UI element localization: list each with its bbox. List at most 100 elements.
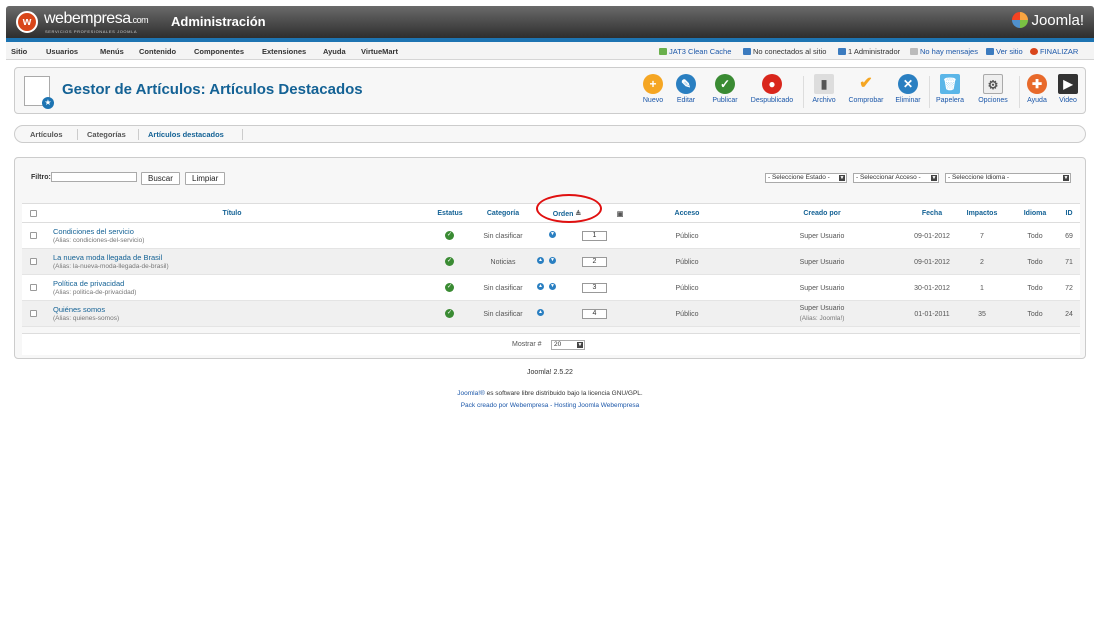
col-hits[interactable]: Impactos (962, 210, 1002, 217)
filter-label: Filtro: (31, 174, 51, 181)
messages-link[interactable]: No hay mensajes (910, 47, 978, 56)
pack-credit-link[interactable]: Pack creado por Webempresa - Hosting Joo… (0, 402, 1100, 409)
clear-button[interactable]: Limpiar (185, 172, 226, 185)
chevron-down-icon: ▼ (1063, 175, 1069, 181)
row-checkbox[interactable] (30, 284, 37, 291)
col-status[interactable]: Estatus (432, 210, 468, 217)
featured-articles-icon: ★ (24, 76, 54, 109)
row-checkbox[interactable] (30, 310, 37, 317)
menu-contenido[interactable]: Contenido (139, 47, 176, 56)
author-cell: Super Usuario (799, 259, 845, 266)
version-text: Joomla! 2.5.22 (527, 369, 573, 376)
published-icon[interactable]: ✓ (445, 309, 454, 318)
menu-componentes[interactable]: Componentes (194, 47, 244, 56)
tab-categories[interactable]: Categorías (87, 130, 126, 139)
col-created-by[interactable]: Creado por (782, 210, 862, 217)
order-input[interactable]: 3 (582, 283, 607, 293)
tab-separator (242, 129, 243, 140)
toolbar-panel: ★ Gestor de Artículos: Artículos Destaca… (14, 67, 1086, 114)
language-cell: Todo (1027, 285, 1043, 292)
edit-button[interactable]: ✎ Editar (673, 74, 699, 104)
language-select[interactable]: - Seleccione Idioma - ▼ (945, 173, 1071, 183)
move-down-icon[interactable]: ▼ (549, 231, 556, 238)
order-input[interactable]: 2 (582, 257, 607, 267)
article-alias: (Alias: quienes-somos) (53, 315, 120, 322)
webempresa-logo[interactable]: webempresa.com (44, 10, 149, 28)
search-button[interactable]: Buscar (141, 172, 180, 185)
state-select[interactable]: - Seleccione Estado - ▼ (765, 173, 847, 183)
unpublish-icon: ● (762, 74, 782, 94)
row-checkbox[interactable] (30, 258, 37, 265)
article-title-link[interactable]: Quiénes somos (53, 305, 105, 314)
help-button[interactable]: ✚ Ayuda (1023, 74, 1051, 104)
order-input[interactable]: 4 (582, 309, 607, 319)
trash-button[interactable]: 🗑 Papelera (935, 74, 965, 104)
article-title-link[interactable]: La nueva moda llegada de Brasil (53, 253, 162, 262)
menu-usuarios[interactable]: Usuarios (46, 47, 78, 56)
tab-featured[interactable]: Artículos destacados (148, 130, 224, 139)
chevron-down-icon: ▼ (577, 342, 583, 348)
publish-button[interactable]: ✓ Publicar (709, 74, 741, 104)
menu-virtuemart[interactable]: VirtueMart (361, 47, 398, 56)
options-icon: ⚙ (983, 74, 1003, 94)
save-order-icon[interactable]: ▣ (614, 210, 626, 218)
published-icon[interactable]: ✓ (445, 283, 454, 292)
select-all-checkbox[interactable] (30, 210, 37, 217)
move-up-icon[interactable]: ▲ (537, 257, 544, 264)
site-users-status: No conectados al sitio (743, 47, 826, 56)
move-down-icon[interactable]: ▼ (549, 257, 556, 264)
col-category[interactable]: Categoría (480, 210, 526, 217)
tab-articles[interactable]: Artículos (30, 130, 63, 139)
checkin-button[interactable]: ✔ Comprobar (845, 74, 887, 104)
move-up-icon[interactable]: ▲ (537, 309, 544, 316)
author-cell: Super Usuario (799, 285, 845, 292)
logout-link[interactable]: FINALIZAR (1030, 47, 1078, 56)
joomla-link[interactable]: Joomla!® (457, 390, 485, 397)
archive-icon: ▮ (814, 74, 834, 94)
menu-extensiones[interactable]: Extensiones (262, 47, 306, 56)
col-language[interactable]: Idioma (1018, 210, 1052, 217)
limit-select[interactable]: 20 ▼ (551, 340, 585, 350)
toolbar-separator (929, 76, 930, 108)
webempresa-logo-icon[interactable]: w (16, 11, 38, 33)
published-icon[interactable]: ✓ (445, 257, 454, 266)
pagination-bar: Mostrar # 20 ▼ (22, 333, 1080, 355)
col-id[interactable]: ID (1062, 210, 1076, 217)
highlight-annotation (536, 194, 602, 223)
filter-input[interactable] (51, 172, 137, 182)
page-title: Gestor de Artículos: Artículos Destacado… (62, 81, 363, 98)
access-cell: Público (675, 311, 699, 318)
hits-cell: 2 (980, 259, 984, 266)
admin-icon (838, 48, 846, 55)
article-title-link[interactable]: Política de privacidad (53, 279, 124, 288)
unpublish-button[interactable]: ● Despublicado (747, 74, 797, 104)
view-site-link[interactable]: Ver sitio (986, 47, 1023, 56)
license-text: Joomla!® es software libre distribuido b… (457, 390, 643, 397)
main-menubar: Sitio Usuarios Menús Contenido Component… (6, 42, 1094, 60)
move-down-icon[interactable]: ▼ (549, 283, 556, 290)
id-cell: 69 (1065, 233, 1073, 240)
col-date[interactable]: Fecha (917, 210, 947, 217)
archive-button[interactable]: ▮ Archivo (809, 74, 839, 104)
article-alias: (Alias: la-nueva-moda-llegada-de-brasil) (53, 263, 169, 270)
menu-ayuda[interactable]: Ayuda (323, 47, 346, 56)
new-button[interactable]: + Nuevo (639, 74, 667, 104)
row-checkbox[interactable] (30, 232, 37, 239)
menu-menus[interactable]: Menús (100, 47, 124, 56)
clean-cache-link[interactable]: JAT3 Clean Cache (659, 47, 731, 56)
order-input[interactable]: 1 (582, 231, 607, 241)
logout-icon (1030, 48, 1038, 55)
col-title[interactable]: Título (202, 210, 262, 217)
options-button[interactable]: ⚙ Opciones (975, 74, 1011, 104)
admin-title: Administración (171, 14, 266, 29)
delete-button[interactable]: ✕ Eliminar (893, 74, 923, 104)
category-cell: Noticias (490, 259, 516, 266)
menu-sitio[interactable]: Sitio (11, 47, 27, 56)
move-up-icon[interactable]: ▲ (537, 283, 544, 290)
video-button[interactable]: ▶ Video (1055, 74, 1081, 104)
col-access[interactable]: Acceso (662, 210, 712, 217)
date-cell: 01-01-2011 (914, 311, 950, 318)
article-title-link[interactable]: Condiciones del servicio (53, 227, 134, 236)
access-select[interactable]: - Seleccionar Acceso - ▼ (853, 173, 939, 183)
published-icon[interactable]: ✓ (445, 231, 454, 240)
